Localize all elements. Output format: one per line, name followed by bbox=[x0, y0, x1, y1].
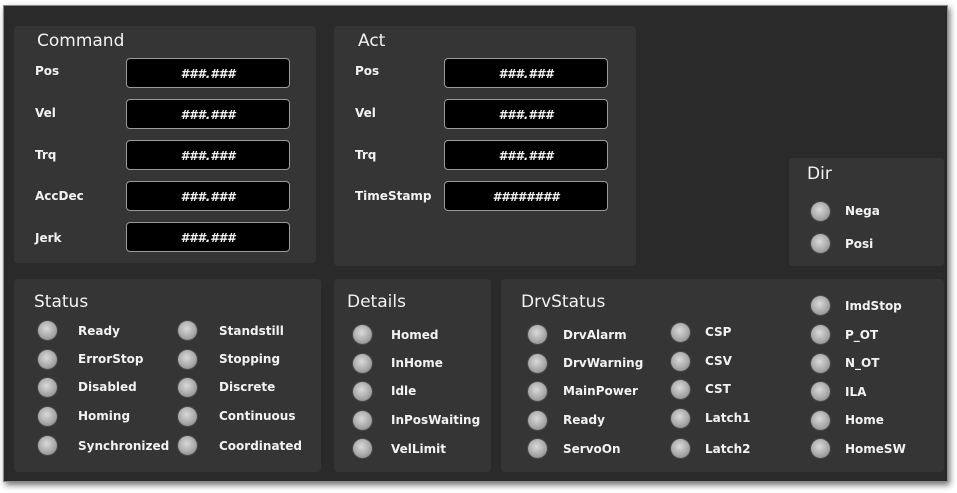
details-homed-label: Homed bbox=[391, 328, 439, 342]
standstill-indicator-led bbox=[178, 321, 197, 340]
posi-label: Posi bbox=[845, 237, 874, 251]
status-discrete-label: Discrete bbox=[219, 380, 276, 394]
drvstatus-drvwarning-label: DrvWarning bbox=[563, 356, 644, 370]
act-timestamp-value: ######## bbox=[444, 181, 608, 211]
status-coordinated-label: Coordinated bbox=[219, 439, 303, 453]
command-jerk-label: Jerk bbox=[35, 231, 62, 245]
synchronized-indicator-led bbox=[38, 436, 57, 455]
inhome-indicator-led bbox=[353, 354, 372, 373]
act-timestamp-label: TimeStamp bbox=[355, 189, 432, 203]
home-indicator-led bbox=[811, 411, 830, 430]
act-trq-value: ###.### bbox=[444, 140, 608, 170]
ready-indicator-led bbox=[38, 321, 57, 340]
status-stopping-label: Stopping bbox=[219, 352, 281, 366]
idle-indicator-led bbox=[353, 382, 372, 401]
latch2-indicator-led bbox=[671, 439, 690, 458]
nega-indicator-led bbox=[811, 202, 830, 221]
csv-indicator-led bbox=[671, 352, 690, 371]
dir-panel: Dir Nega Posi bbox=[789, 158, 944, 266]
drvstatus-ready-label: Ready bbox=[563, 413, 605, 427]
drv-ready-indicator-led bbox=[528, 411, 547, 430]
drvstatus-mainpower-label: MainPower bbox=[563, 384, 638, 398]
status-ready-label: Ready bbox=[78, 324, 120, 338]
details-title: Details bbox=[347, 292, 406, 312]
act-pos-label: Pos bbox=[355, 64, 380, 78]
command-panel: Command Pos ###.### Vel ###.### Trq ###.… bbox=[14, 26, 316, 263]
p-ot-indicator-led bbox=[811, 325, 830, 344]
status-disabled-label: Disabled bbox=[78, 380, 137, 394]
drvwarning-indicator-led bbox=[528, 354, 547, 373]
drvstatus-servoon-label: ServoOn bbox=[563, 442, 621, 456]
act-title: Act bbox=[358, 31, 386, 51]
signal-home-label: Home bbox=[845, 413, 884, 427]
details-inhome-label: InHome bbox=[391, 356, 443, 370]
continuous-indicator-led bbox=[178, 407, 197, 426]
status-title: Status bbox=[34, 292, 89, 312]
command-trq-value: ###.### bbox=[126, 140, 290, 170]
drvstatus-drvalarm-label: DrvAlarm bbox=[563, 328, 627, 342]
mainpower-indicator-led bbox=[528, 382, 547, 401]
drvalarm-indicator-led bbox=[528, 325, 547, 344]
ila-indicator-led bbox=[811, 382, 830, 401]
command-vel-value: ###.### bbox=[126, 99, 290, 129]
status-standstill-label: Standstill bbox=[219, 324, 284, 338]
command-accdec-label: AccDec bbox=[35, 189, 84, 203]
status-panel: Status Ready ErrorStop Disabled Homing S… bbox=[14, 279, 321, 472]
command-jerk-value: ###.### bbox=[126, 222, 290, 252]
signal-n-ot-label: N_OT bbox=[845, 356, 880, 370]
drvstatus-latch2-label: Latch2 bbox=[705, 442, 751, 456]
act-pos-value: ###.### bbox=[444, 58, 608, 88]
dir-title: Dir bbox=[807, 164, 832, 184]
servoon-indicator-led bbox=[528, 439, 547, 458]
command-title: Command bbox=[37, 31, 125, 51]
command-trq-label: Trq bbox=[35, 148, 57, 162]
homesw-indicator-led bbox=[811, 439, 830, 458]
latch1-indicator-led bbox=[671, 409, 690, 428]
signal-homesw-label: HomeSW bbox=[845, 442, 906, 456]
inposwaiting-indicator-led bbox=[353, 411, 372, 430]
drvstatus-cst-label: CST bbox=[705, 382, 731, 396]
nega-label: Nega bbox=[845, 204, 880, 218]
signal-imdstop-label: ImdStop bbox=[845, 299, 902, 313]
drvstatus-csp-label: CSP bbox=[705, 325, 732, 339]
status-continuous-label: Continuous bbox=[219, 409, 296, 423]
drvstatus-title: DrvStatus bbox=[521, 292, 606, 312]
errorstop-indicator-led bbox=[38, 350, 57, 369]
vellimit-indicator-led bbox=[353, 439, 372, 458]
posi-indicator-led bbox=[811, 234, 830, 253]
drvstatus-latch1-label: Latch1 bbox=[705, 411, 751, 425]
homing-indicator-led bbox=[38, 407, 57, 426]
n-ot-indicator-led bbox=[811, 354, 830, 373]
discrete-indicator-led bbox=[178, 378, 197, 397]
details-inposwaiting-label: InPosWaiting bbox=[391, 413, 481, 427]
details-panel: Details Homed InHome Idle InPosWaiting V… bbox=[334, 279, 491, 472]
act-vel-label: Vel bbox=[355, 106, 376, 120]
disabled-indicator-led bbox=[38, 378, 57, 397]
stopping-indicator-led bbox=[178, 350, 197, 369]
signal-ila-label: ILA bbox=[845, 385, 867, 399]
act-panel: Act Pos ###.### Vel ###.### Trq ###.### … bbox=[334, 26, 636, 266]
csp-indicator-led bbox=[671, 323, 690, 342]
drvstatus-panel: DrvStatus DrvAlarm DrvWarning MainPower … bbox=[501, 279, 944, 472]
coordinated-indicator-led bbox=[178, 436, 197, 455]
details-vellimit-label: VelLimit bbox=[391, 442, 446, 456]
axis-monitor-window: Command Pos ###.### Vel ###.### Trq ###.… bbox=[3, 5, 948, 482]
signal-p-ot-label: P_OT bbox=[845, 328, 879, 342]
act-trq-label: Trq bbox=[355, 148, 377, 162]
homed-indicator-led bbox=[353, 325, 372, 344]
command-pos-value: ###.### bbox=[126, 58, 290, 88]
status-homing-label: Homing bbox=[78, 409, 131, 423]
imdstop-indicator-led bbox=[811, 296, 830, 315]
act-vel-value: ###.### bbox=[444, 99, 608, 129]
details-idle-label: Idle bbox=[391, 384, 417, 398]
status-errorstop-label: ErrorStop bbox=[78, 352, 144, 366]
cst-indicator-led bbox=[671, 380, 690, 399]
command-accdec-value: ###.### bbox=[126, 181, 290, 211]
command-vel-label: Vel bbox=[35, 106, 56, 120]
command-pos-label: Pos bbox=[35, 64, 60, 78]
status-synchronized-label: Synchronized bbox=[78, 439, 170, 453]
drvstatus-csv-label: CSV bbox=[705, 354, 732, 368]
